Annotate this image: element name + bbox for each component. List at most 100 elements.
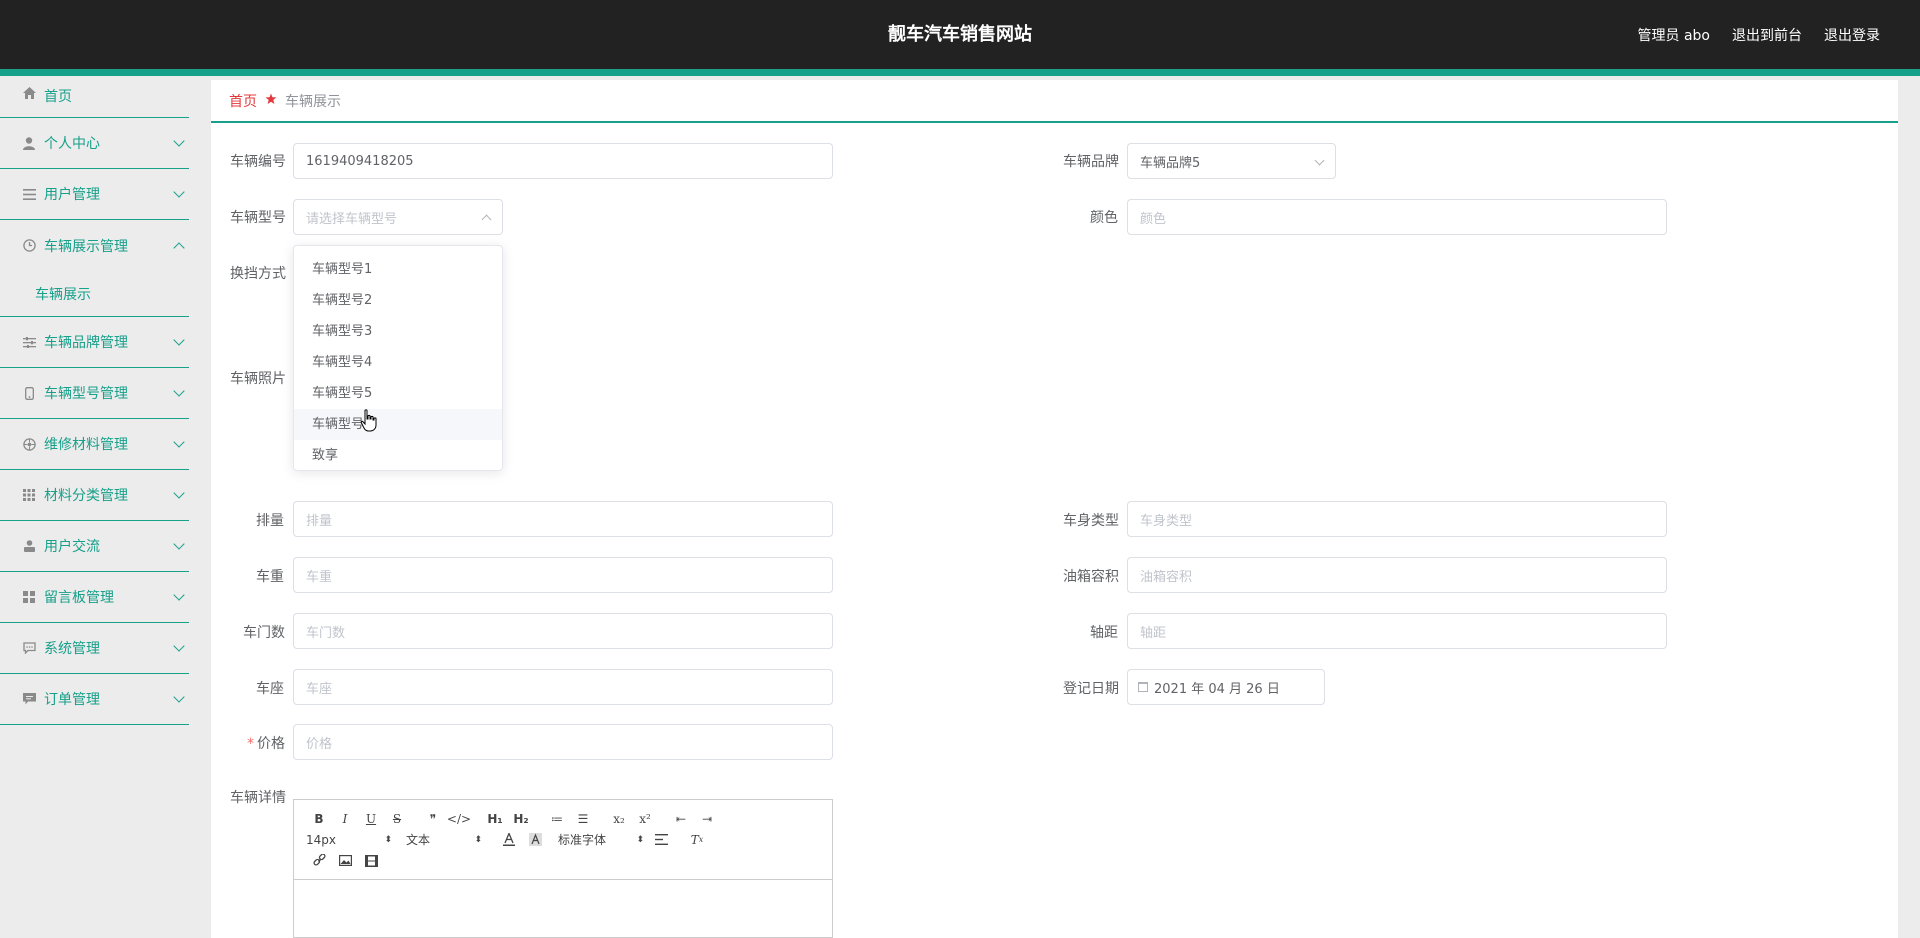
clear-format-button[interactable]: Tx (684, 829, 710, 850)
chevron-down-icon (173, 538, 185, 550)
block-type-select[interactable]: 文本 ⬍ (406, 831, 486, 848)
chevron-down-icon (173, 640, 185, 652)
code-block-button[interactable]: </> (446, 808, 472, 829)
outdent-button[interactable]: ⇤ (668, 808, 694, 829)
sidebar-item-model-management[interactable]: 车辆型号管理 (0, 368, 189, 419)
price-label-text: 价格 (257, 736, 285, 752)
dropdown-option-hovered[interactable]: 车辆型号6 (294, 409, 502, 440)
sidebar-item-message-board-management[interactable]: 留言板管理 (0, 572, 189, 623)
sidebar-item-label: 用户交流 (44, 539, 100, 555)
video-icon[interactable] (358, 850, 384, 871)
font-size-select[interactable]: 14px ⬍ (306, 833, 396, 847)
car-number-label: 车辆编号 (230, 154, 286, 170)
align-icon[interactable] (648, 829, 674, 850)
chevron-down-icon (173, 487, 185, 499)
header-accent-bar (0, 69, 1920, 76)
superscript-button[interactable]: x² (632, 808, 658, 829)
background-color-icon[interactable] (522, 829, 548, 850)
model-select[interactable]: 请选择车辆型号 (293, 199, 503, 235)
editor-toolbar: B I U S ❞ </> H₁ H₂ ≔ ☰ x₂ x² ⇤ ⇥ 14px ⬍ … (294, 800, 832, 880)
strike-button[interactable]: S (384, 808, 410, 829)
model-select-placeholder: 请选择车辆型号 (306, 211, 398, 227)
color-field[interactable]: 颜色 (1127, 199, 1667, 235)
breadcrumb-current: 车辆展示 (285, 93, 341, 110)
dropdown-option[interactable]: 车辆型号4 (294, 347, 502, 378)
seats-field[interactable]: 车座 (293, 669, 833, 705)
tank-label: 油箱容积 (1063, 569, 1119, 585)
sidebar-item-order-management[interactable]: 订单管理 (0, 674, 189, 725)
back-to-frontend-link[interactable]: 退出到前台 (1732, 25, 1802, 45)
sidebar-item-car-display-management[interactable]: 车辆展示管理 (0, 220, 189, 271)
subscript-button[interactable]: x₂ (606, 808, 632, 829)
blockquote-button[interactable]: ❞ (420, 808, 446, 829)
message-icon (22, 692, 36, 706)
reg-date-value: 2021 年 04 月 26 日 (1154, 681, 1280, 697)
weight-field[interactable]: 车重 (293, 557, 833, 593)
chevron-down-icon (173, 334, 185, 346)
sidebar-item-user-communication[interactable]: 用户交流 (0, 521, 189, 572)
reg-date-picker[interactable]: 2021 年 04 月 26 日 (1127, 669, 1325, 705)
font-family-select[interactable]: 标准字体 ⬍ (558, 831, 648, 848)
font-size-value: 14px (306, 832, 336, 847)
block-type-value: 文本 (406, 833, 431, 847)
chevron-down-icon (173, 135, 185, 147)
sidebar-item-brand-management[interactable]: 车辆品牌管理 (0, 317, 189, 368)
sidebar-item-home[interactable]: 首页 (0, 76, 189, 118)
globe-icon (22, 437, 36, 451)
underline-button[interactable]: U (358, 808, 384, 829)
sidebar-item-repair-material-management[interactable]: 维修材料管理 (0, 419, 189, 470)
sidebar-item-system-management[interactable]: 系统管理 (0, 623, 189, 674)
sidebar-item-label: 个人中心 (44, 136, 100, 152)
transmission-label: 换挡方式 (230, 266, 286, 282)
font-color-icon[interactable] (496, 829, 522, 850)
dropdown-option[interactable]: 致享 (294, 440, 502, 471)
chevron-down-icon (173, 691, 185, 703)
ordered-list-button[interactable]: ≔ (544, 808, 570, 829)
displacement-field[interactable]: 排量 (293, 501, 833, 537)
chat-icon (22, 641, 36, 655)
indent-button[interactable]: ⇥ (694, 808, 720, 829)
sidebar-item-label: 系统管理 (44, 641, 100, 657)
sidebar-subitem-car-display[interactable]: 车辆展示 (0, 271, 189, 317)
person-icon (22, 539, 36, 553)
car-number-field[interactable]: 1619409418205 (293, 143, 833, 179)
link-icon[interactable] (306, 850, 332, 871)
bullet-list-button[interactable]: ☰ (570, 808, 596, 829)
tank-field[interactable]: 油箱容积 (1127, 557, 1667, 593)
sidebar-item-label: 车辆品牌管理 (44, 335, 128, 351)
sidebar-item-user-management[interactable]: 用户管理 (0, 169, 189, 220)
wheelbase-label: 轴距 (1090, 625, 1118, 641)
logout-link[interactable]: 退出登录 (1824, 25, 1880, 45)
sidebar-item-personal-center[interactable]: 个人中心 (0, 118, 189, 169)
sidebar-item-label: 用户管理 (44, 187, 100, 203)
reg-date-label: 登记日期 (1063, 681, 1119, 697)
h2-button[interactable]: H₂ (508, 808, 534, 829)
updown-icon: ⬍ (474, 834, 482, 845)
sidebar-item-label: 首页 (44, 89, 72, 105)
italic-button[interactable]: I (332, 808, 358, 829)
site-title: 靓车汽车销售网站 (888, 24, 1032, 45)
dropdown-option[interactable]: 车辆型号5 (294, 378, 502, 409)
admin-user-link[interactable]: 管理员 abo (1638, 25, 1710, 45)
photo-label: 车辆照片 (230, 371, 286, 387)
rich-text-editor: B I U S ❞ </> H₁ H₂ ≔ ☰ x₂ x² ⇤ ⇥ 14px ⬍ … (293, 799, 833, 938)
dropdown-option[interactable]: 车辆型号1 (294, 254, 502, 285)
wheelbase-field[interactable]: 轴距 (1127, 613, 1667, 649)
body-type-field[interactable]: 车身类型 (1127, 501, 1667, 537)
sidebar-item-label: 材料分类管理 (44, 488, 128, 504)
dropdown-option[interactable]: 车辆型号2 (294, 285, 502, 316)
dropdown-option[interactable]: 车辆型号3 (294, 316, 502, 347)
brand-select[interactable]: 车辆品牌5 (1127, 143, 1336, 179)
breadcrumb-home[interactable]: 首页 (229, 91, 257, 111)
model-dropdown: 车辆型号1 车辆型号2 车辆型号3 车辆型号4 车辆型号5 车辆型号6 致享 (293, 245, 503, 471)
toolbar-row-3 (306, 850, 820, 871)
doors-field[interactable]: 车门数 (293, 613, 833, 649)
updown-icon: ⬍ (636, 834, 644, 845)
sidebar-item-material-category-management[interactable]: 材料分类管理 (0, 470, 189, 521)
image-icon[interactable] (332, 850, 358, 871)
bold-button[interactable]: B (306, 808, 332, 829)
details-label: 车辆详情 (230, 790, 286, 806)
h1-button[interactable]: H₁ (482, 808, 508, 829)
sidebar-item-label: 维修材料管理 (44, 437, 128, 453)
price-field[interactable]: 价格 (293, 724, 833, 760)
